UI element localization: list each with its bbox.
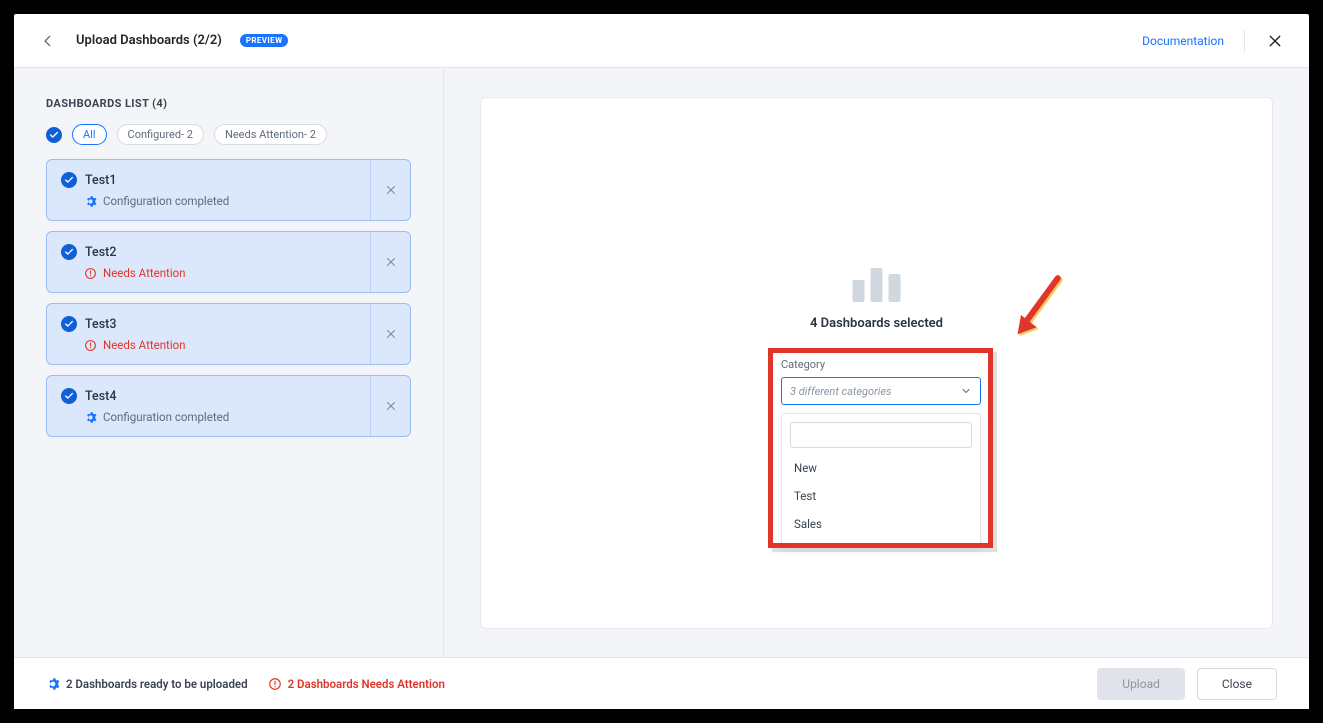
footer-ready-text: 2 Dashboards ready to be uploaded xyxy=(66,677,248,691)
dashboard-name: Test1 xyxy=(85,173,116,188)
selected-count: 4 Dashboards selected xyxy=(810,316,943,331)
gear-icon xyxy=(83,194,97,208)
dashboard-status: Needs Attention xyxy=(103,338,186,352)
filter-configured[interactable]: Configured- 2 xyxy=(117,124,204,145)
dashboards-list-title: DASHBOARDS LIST (4) xyxy=(46,97,411,110)
annotation-arrow-icon xyxy=(1011,273,1066,343)
footer: 2 Dashboards ready to be uploaded 2 Dash… xyxy=(14,657,1309,709)
dashboard-status: Needs Attention xyxy=(103,266,186,280)
warning-icon xyxy=(83,338,97,352)
close-footer-button[interactable]: Close xyxy=(1197,668,1277,700)
item-checkbox[interactable] xyxy=(61,316,77,332)
category-placeholder: 3 different categories xyxy=(790,385,892,398)
dashboard-item[interactable]: Test3 Needs Attention xyxy=(46,303,411,365)
item-checkbox[interactable] xyxy=(61,244,77,260)
item-checkbox[interactable] xyxy=(61,388,77,404)
gear-icon xyxy=(46,677,60,691)
dashboard-item[interactable]: Test2 Needs Attention xyxy=(46,231,411,293)
category-option[interactable]: New xyxy=(790,454,972,482)
chevron-down-icon xyxy=(960,385,972,397)
remove-item-button[interactable] xyxy=(370,376,410,436)
remove-item-button[interactable] xyxy=(370,304,410,364)
filter-all[interactable]: All xyxy=(72,124,107,145)
filter-needs-attention[interactable]: Needs Attention- 2 xyxy=(214,124,327,145)
dashboard-name: Test2 xyxy=(85,245,116,260)
category-dropdown: New Test Sales xyxy=(781,413,981,547)
documentation-link[interactable]: Documentation xyxy=(1142,34,1224,48)
footer-warn-text: 2 Dashboards Needs Attention xyxy=(288,677,445,691)
category-select[interactable]: 3 different categories xyxy=(781,377,981,405)
preview-badge: PREVIEW xyxy=(240,34,289,47)
divider xyxy=(1244,30,1245,52)
dashboard-name: Test4 xyxy=(85,389,116,404)
dashboard-status: Configuration completed xyxy=(103,194,229,208)
back-button[interactable] xyxy=(38,31,58,51)
dashboard-name: Test3 xyxy=(85,317,116,332)
item-checkbox[interactable] xyxy=(61,172,77,188)
sidebar: DASHBOARDS LIST (4) All Configured- 2 Ne… xyxy=(14,69,444,657)
category-search-input[interactable] xyxy=(790,422,972,448)
category-option[interactable]: Test xyxy=(790,482,972,510)
close-button[interactable] xyxy=(1265,31,1285,51)
page-title: Upload Dashboards (2/2) xyxy=(76,33,222,48)
category-option[interactable]: Sales xyxy=(790,510,972,538)
remove-item-button[interactable] xyxy=(370,232,410,292)
upload-button[interactable]: Upload xyxy=(1097,668,1185,700)
warning-icon xyxy=(268,677,282,691)
dashboard-icon xyxy=(810,268,943,302)
dashboard-item[interactable]: Test1 Configuration completed xyxy=(46,159,411,221)
gear-icon xyxy=(83,410,97,424)
header: Upload Dashboards (2/2) PREVIEW Document… xyxy=(14,14,1309,68)
category-label: Category xyxy=(781,358,981,371)
select-all-checkbox[interactable] xyxy=(46,127,62,143)
dashboard-item[interactable]: Test4 Configuration completed xyxy=(46,375,411,437)
warning-icon xyxy=(83,266,97,280)
remove-item-button[interactable] xyxy=(370,160,410,220)
dashboard-status: Configuration completed xyxy=(103,410,229,424)
main-content: 4 Dashboards selected Category 3 differe… xyxy=(444,69,1309,657)
details-panel: 4 Dashboards selected Category 3 differe… xyxy=(480,97,1273,629)
